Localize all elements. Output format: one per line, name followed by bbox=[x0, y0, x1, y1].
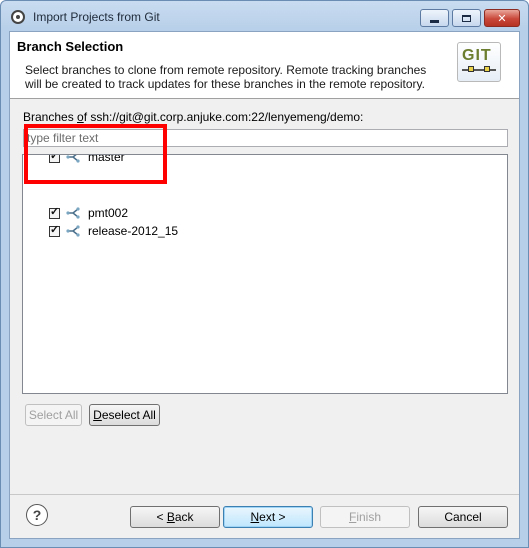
git-logo-icon: GIT bbox=[457, 42, 501, 82]
wizard-header: Branch Selection Select branches to clon… bbox=[10, 32, 519, 99]
branch-name: pmt002 bbox=[88, 206, 129, 220]
git-logo-text: GIT bbox=[462, 47, 492, 64]
wizard-client-area: Branch Selection Select branches to clon… bbox=[9, 31, 520, 539]
branch-name: release-2012_15 bbox=[88, 224, 179, 238]
back-mnemonic: B bbox=[166, 510, 175, 524]
next-button[interactable]: Next > bbox=[223, 506, 313, 528]
close-button[interactable]: ✕ bbox=[484, 9, 520, 27]
branches-label-prefix: Branches bbox=[23, 110, 78, 124]
deselect-all-mnemonic: D bbox=[93, 408, 102, 422]
branches-label: Branches of ssh://git@git.corp.anjuke.co… bbox=[23, 110, 363, 124]
finish-label: inish bbox=[356, 510, 382, 524]
close-icon: ✕ bbox=[497, 11, 507, 25]
finish-mnemonic: F bbox=[348, 510, 357, 524]
select-all-label: Select All bbox=[28, 408, 79, 422]
maximize-icon bbox=[462, 14, 471, 22]
branch-icon bbox=[66, 225, 80, 237]
minimize-icon bbox=[430, 19, 439, 23]
page-title: Branch Selection bbox=[17, 39, 124, 54]
branch-tree[interactable]: master pmt002 release-2012_15 bbox=[22, 154, 508, 394]
annotation-highlight-box bbox=[24, 124, 167, 184]
eclipse-app-icon bbox=[11, 10, 25, 24]
back-prefix: < bbox=[156, 510, 167, 524]
help-icon[interactable]: ? bbox=[26, 504, 48, 526]
git-logo-node bbox=[484, 66, 490, 72]
select-all-button[interactable]: Select All bbox=[25, 404, 82, 426]
git-logo-node bbox=[468, 66, 474, 72]
finish-button[interactable]: Finish bbox=[320, 506, 410, 528]
footer-separator bbox=[10, 494, 519, 495]
branches-label-mnemonic: o bbox=[77, 110, 84, 124]
back-button[interactable]: < Back bbox=[130, 506, 220, 528]
page-description: Select branches to clone from remote rep… bbox=[25, 63, 427, 91]
branches-label-rest: f ssh://git@git.corp.anjuke.com:22/lenye… bbox=[83, 110, 364, 124]
back-label: ack bbox=[174, 510, 194, 524]
next-mnemonic: N bbox=[250, 510, 260, 524]
branch-checkbox[interactable] bbox=[49, 223, 60, 237]
cancel-button[interactable]: Cancel bbox=[418, 506, 508, 528]
next-label: ext > bbox=[259, 510, 286, 524]
maximize-button[interactable] bbox=[452, 9, 481, 27]
import-projects-window: Import Projects from Git ✕ Branch Select… bbox=[0, 0, 529, 548]
branch-icon bbox=[66, 207, 80, 219]
branch-item-release-2012-15[interactable]: release-2012_15 bbox=[49, 222, 178, 240]
branch-checkbox[interactable] bbox=[49, 205, 60, 219]
minimize-button[interactable] bbox=[420, 9, 449, 27]
title-bar[interactable]: Import Projects from Git ✕ bbox=[1, 1, 528, 31]
deselect-all-button[interactable]: Deselect All bbox=[89, 404, 160, 426]
window-title: Import Projects from Git bbox=[33, 10, 160, 24]
cancel-label: Cancel bbox=[444, 510, 482, 524]
branch-item-pmt002[interactable]: pmt002 bbox=[49, 204, 128, 222]
deselect-all-label: eselect All bbox=[101, 408, 156, 422]
